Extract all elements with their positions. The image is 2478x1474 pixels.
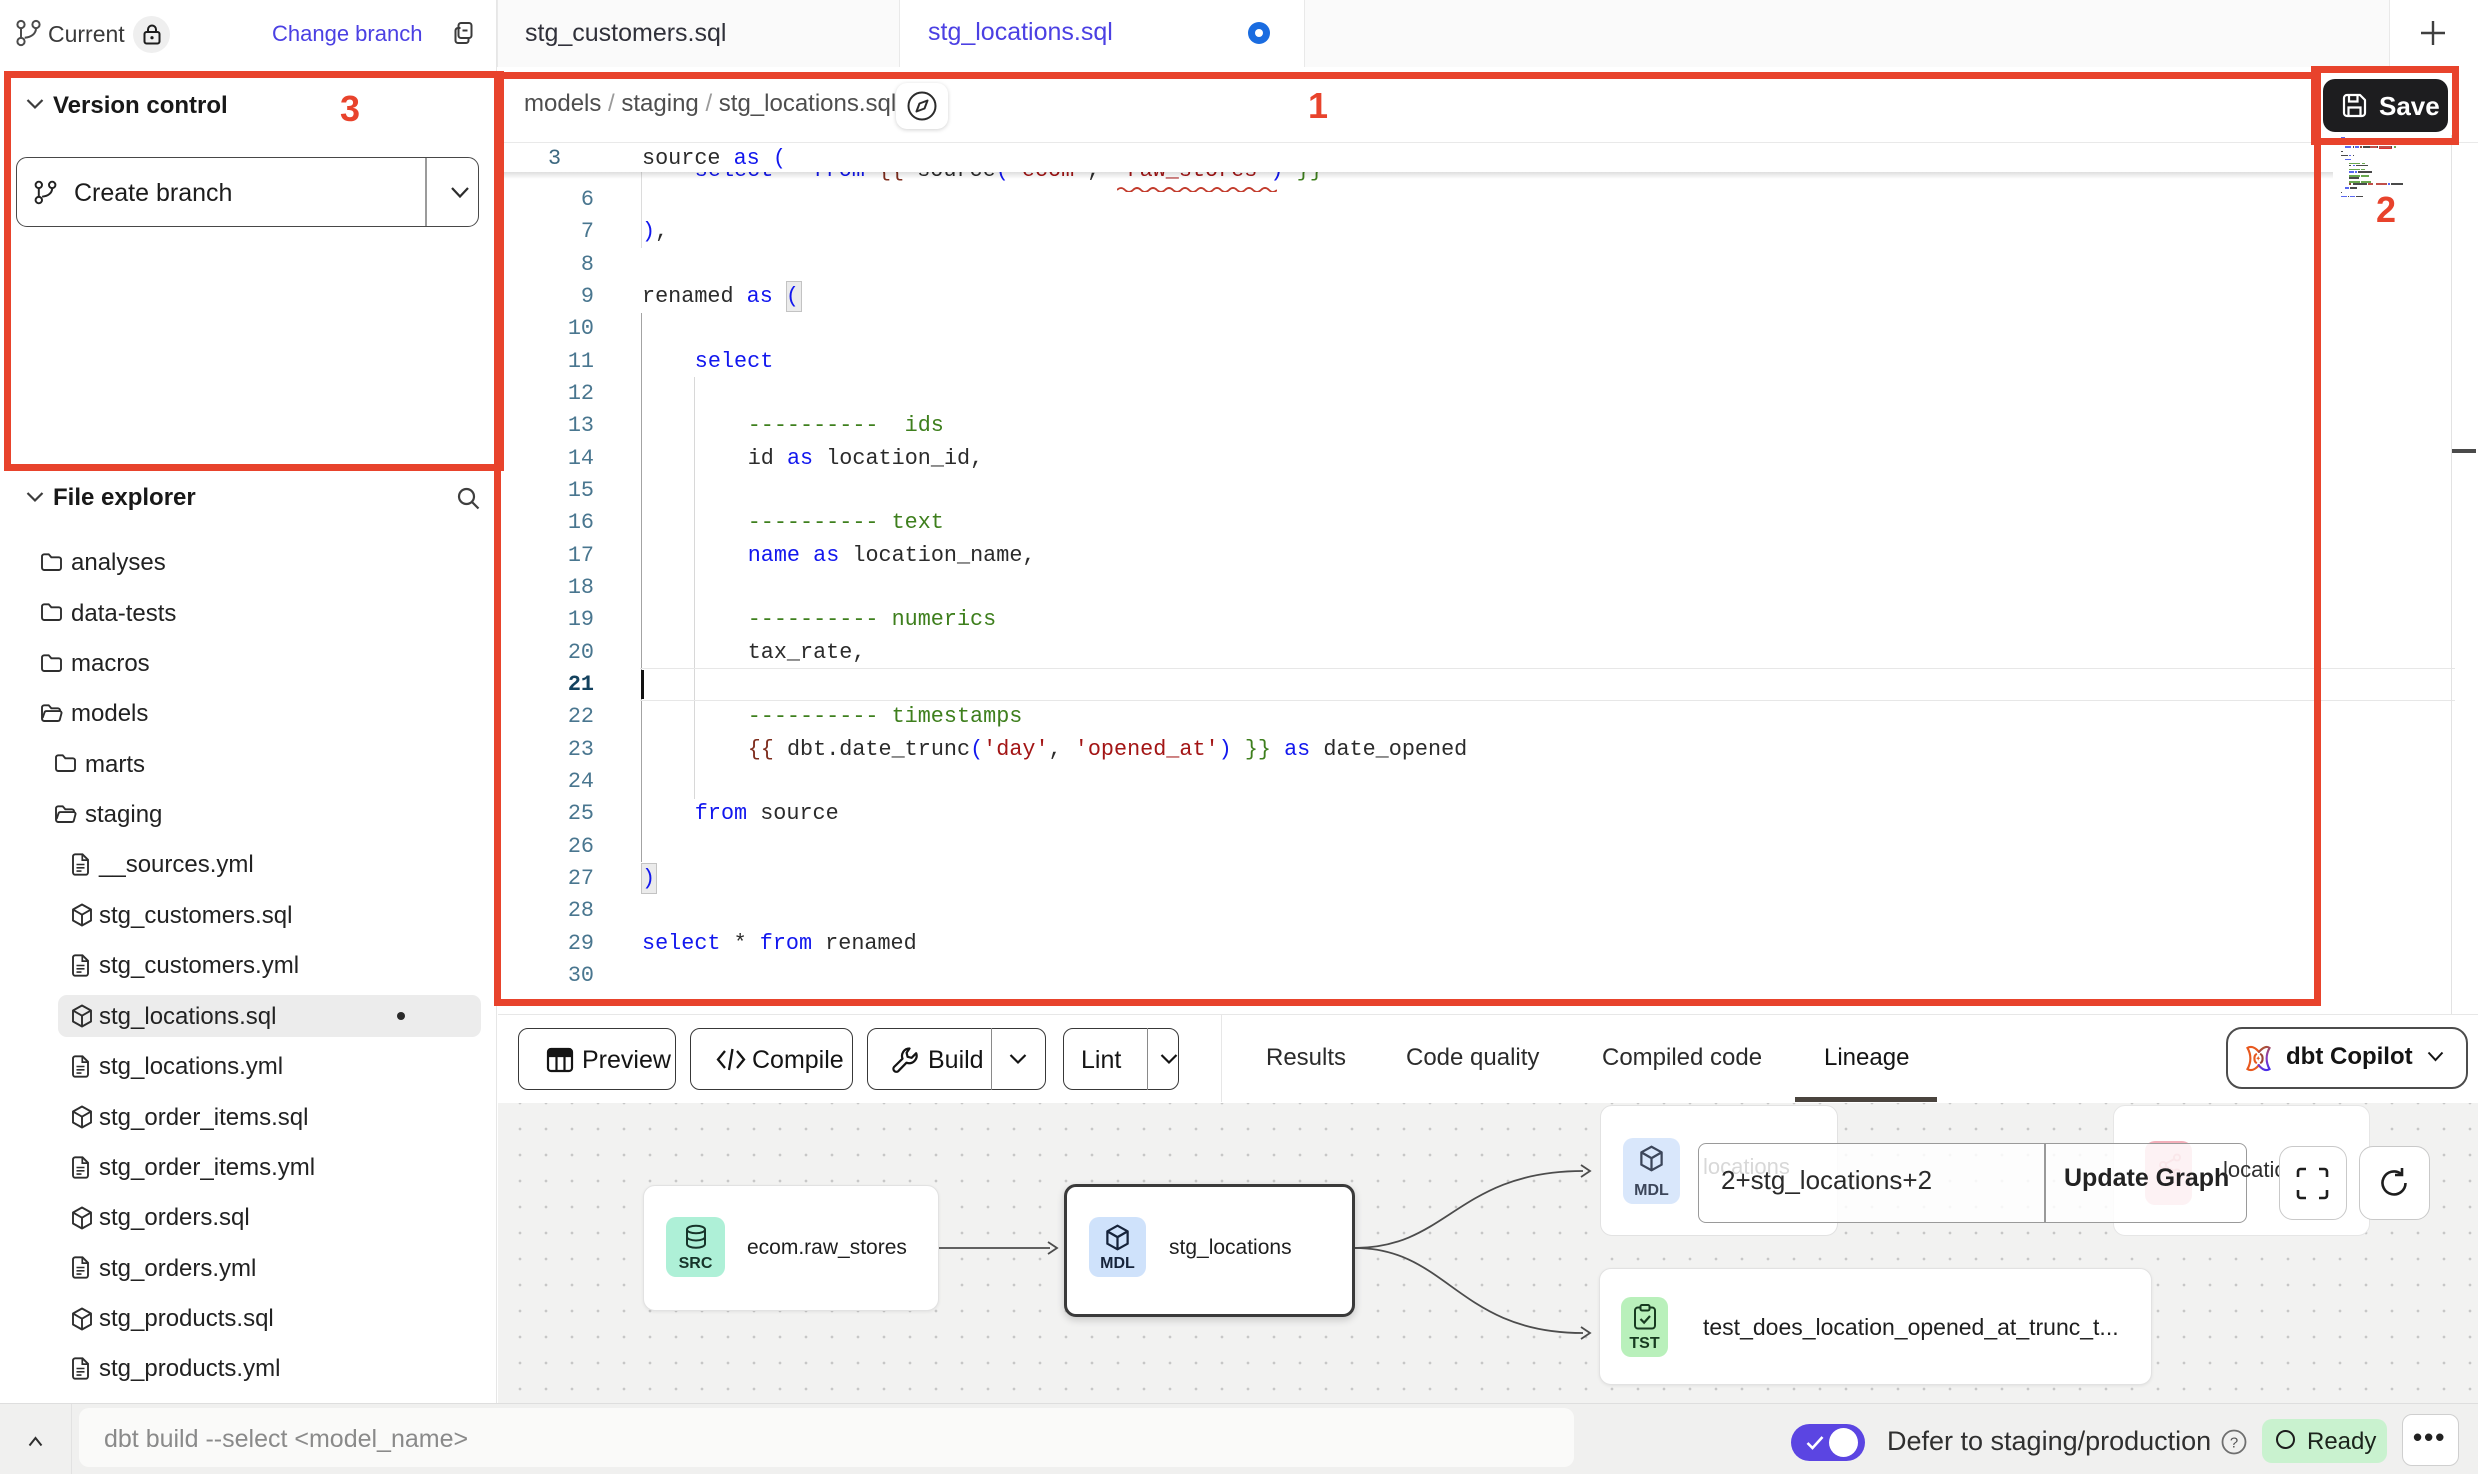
- svg-text:?: ?: [2230, 1435, 2238, 1452]
